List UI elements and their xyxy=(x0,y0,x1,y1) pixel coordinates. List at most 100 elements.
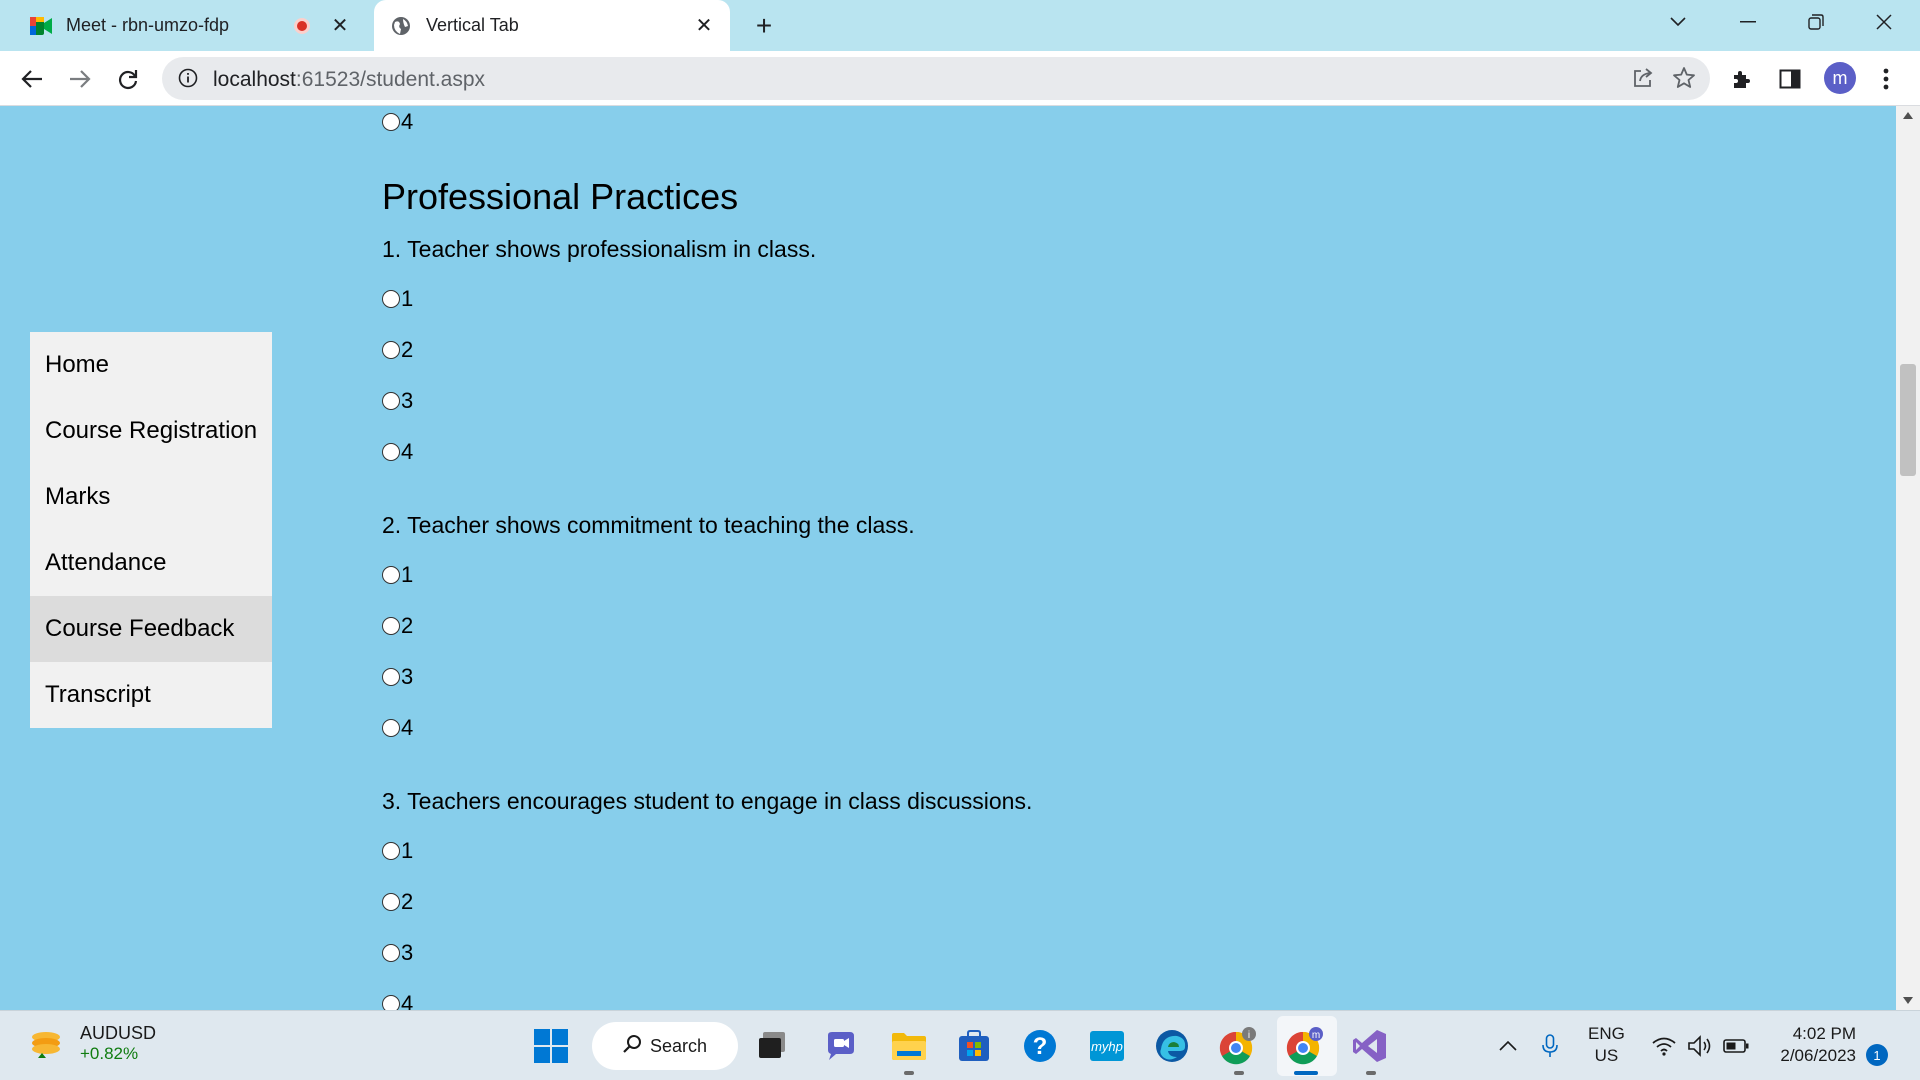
visual-studio-icon[interactable] xyxy=(1348,1024,1392,1068)
system-clock[interactable]: 4:02 PM 2/06/2023 xyxy=(1770,1023,1856,1067)
sidebar-item-transcript[interactable]: Transcript xyxy=(30,662,272,728)
language-code: ENG xyxy=(1588,1024,1625,1043)
radio-button[interactable] xyxy=(382,893,400,911)
chrome-profile-m-icon[interactable]: m xyxy=(1283,1024,1327,1068)
tab-vertical-tab[interactable]: Vertical Tab ✕ xyxy=(374,0,730,51)
radio-button[interactable] xyxy=(382,566,400,584)
notification-badge[interactable]: 1 xyxy=(1866,1044,1888,1066)
help-icon[interactable]: ? xyxy=(1018,1024,1062,1068)
radio-label: 1 xyxy=(401,838,414,863)
radio-button[interactable] xyxy=(382,341,400,359)
more-menu-icon[interactable] xyxy=(1870,63,1902,95)
radio-button[interactable] xyxy=(382,995,400,1010)
radio-button[interactable] xyxy=(382,719,400,737)
sidebar-item-marks[interactable]: Marks xyxy=(30,464,272,530)
radio-label: 1 xyxy=(401,286,414,311)
taskbar-search[interactable]: Search xyxy=(592,1022,738,1070)
sidebar-item-course-registration[interactable]: Course Registration xyxy=(30,398,272,464)
radio-option[interactable]: 4 xyxy=(382,437,413,467)
chrome-profile-i-icon[interactable]: i xyxy=(1216,1024,1260,1068)
scrollbar-thumb[interactable] xyxy=(1900,364,1916,476)
radio-label: 4 xyxy=(401,109,414,134)
close-tab-icon[interactable]: ✕ xyxy=(326,12,354,40)
sidebar-item-attendance[interactable]: Attendance xyxy=(30,530,272,596)
radio-button[interactable] xyxy=(382,290,400,308)
extensions-puzzle-icon[interactable] xyxy=(1726,63,1758,95)
radio-option[interactable]: 3 xyxy=(382,386,413,416)
page-content: Home Course Registration Marks Attendanc… xyxy=(0,106,1896,1010)
globe-icon xyxy=(390,15,412,37)
windows-start-icon[interactable] xyxy=(529,1024,573,1068)
radio-label: 3 xyxy=(401,940,414,965)
tab-search-chevron-icon[interactable] xyxy=(1650,0,1706,44)
back-arrow-icon[interactable] xyxy=(14,61,50,97)
radio-label: 2 xyxy=(401,613,414,638)
radio-option[interactable]: 4 xyxy=(382,107,413,137)
radio-label: 2 xyxy=(401,337,414,362)
radio-button[interactable] xyxy=(382,443,400,461)
radio-option[interactable]: 3 xyxy=(382,938,413,968)
close-tab-icon[interactable]: ✕ xyxy=(690,12,718,40)
microphone-icon[interactable] xyxy=(1528,1024,1572,1068)
url-path: :61523/student.aspx xyxy=(295,68,486,91)
vertical-scrollbar[interactable] xyxy=(1896,106,1920,1010)
new-tab-button[interactable]: + xyxy=(748,10,780,42)
radio-option[interactable]: 4 xyxy=(382,989,413,1010)
sidebar-item-home[interactable]: Home xyxy=(30,332,272,398)
radio-button[interactable] xyxy=(382,944,400,962)
coins-icon xyxy=(32,1031,60,1058)
radio-option[interactable]: 3 xyxy=(382,662,413,692)
side-panel-icon[interactable] xyxy=(1774,63,1806,95)
browser-toolbar: localhost:61523/student.aspx xyxy=(0,51,1920,106)
radio-option[interactable]: 2 xyxy=(382,887,413,917)
radio-label: 4 xyxy=(401,439,414,464)
address-bar[interactable]: localhost:61523/student.aspx xyxy=(162,57,1710,100)
radio-option[interactable]: 1 xyxy=(382,560,413,590)
scroll-up-arrow-icon[interactable] xyxy=(1903,112,1913,119)
close-window-icon[interactable] xyxy=(1856,0,1912,44)
minimize-icon[interactable] xyxy=(1720,0,1776,44)
input-language[interactable]: ENG US xyxy=(1588,1023,1625,1067)
svg-text:m: m xyxy=(1312,1030,1320,1041)
radio-option[interactable]: 1 xyxy=(382,284,413,314)
show-hidden-icons-chevron-icon[interactable] xyxy=(1486,1024,1530,1068)
bookmark-star-icon[interactable] xyxy=(1672,66,1696,95)
section-title: Professional Practices xyxy=(382,176,739,217)
share-icon[interactable] xyxy=(1632,67,1654,94)
radio-option[interactable]: 4 xyxy=(382,713,413,743)
microsoft-store-icon[interactable] xyxy=(952,1024,996,1068)
tab-title: Meet - rbn-umzo-fdp xyxy=(66,15,230,35)
profile-avatar[interactable]: m xyxy=(1824,62,1856,94)
scroll-down-arrow-icon[interactable] xyxy=(1903,997,1913,1004)
radio-button[interactable] xyxy=(382,113,400,131)
site-info-icon[interactable] xyxy=(178,68,198,93)
url-host: localhost xyxy=(213,68,296,91)
battery-icon[interactable] xyxy=(1714,1024,1758,1068)
question-3: 3. Teachers encourages student to engage… xyxy=(382,788,1033,814)
tab-title: Vertical Tab xyxy=(426,15,519,35)
radio-button[interactable] xyxy=(382,392,400,410)
radio-option[interactable]: 2 xyxy=(382,611,413,641)
radio-option[interactable]: 2 xyxy=(382,335,413,365)
sidebar-item-course-feedback[interactable]: Course Feedback xyxy=(30,596,272,662)
edge-browser-icon[interactable] xyxy=(1150,1024,1194,1068)
stock-widget[interactable]: AUDUSD +0.82% xyxy=(28,1023,156,1064)
radio-button[interactable] xyxy=(382,617,400,635)
restore-icon[interactable] xyxy=(1788,0,1844,44)
clock-time: 4:02 PM xyxy=(1792,1024,1856,1043)
reload-icon[interactable] xyxy=(110,61,146,97)
ticker-symbol: AUDUSD xyxy=(80,1023,157,1043)
myhp-icon[interactable]: myhp xyxy=(1085,1024,1129,1068)
forward-arrow-icon[interactable] xyxy=(62,61,98,97)
teams-chat-icon[interactable] xyxy=(819,1024,863,1068)
search-icon xyxy=(622,1034,642,1059)
radio-option[interactable]: 1 xyxy=(382,836,413,866)
svg-text:?: ? xyxy=(1033,1033,1048,1060)
url-text: localhost:61523/student.aspx xyxy=(213,68,485,92)
radio-button[interactable] xyxy=(382,668,400,686)
radio-label: 2 xyxy=(401,889,414,914)
radio-button[interactable] xyxy=(382,842,400,860)
tab-meet[interactable]: Meet - rbn-umzo-fdp ✕ xyxy=(0,0,366,51)
file-explorer-icon[interactable] xyxy=(887,1024,931,1068)
task-view-icon[interactable] xyxy=(750,1024,794,1068)
